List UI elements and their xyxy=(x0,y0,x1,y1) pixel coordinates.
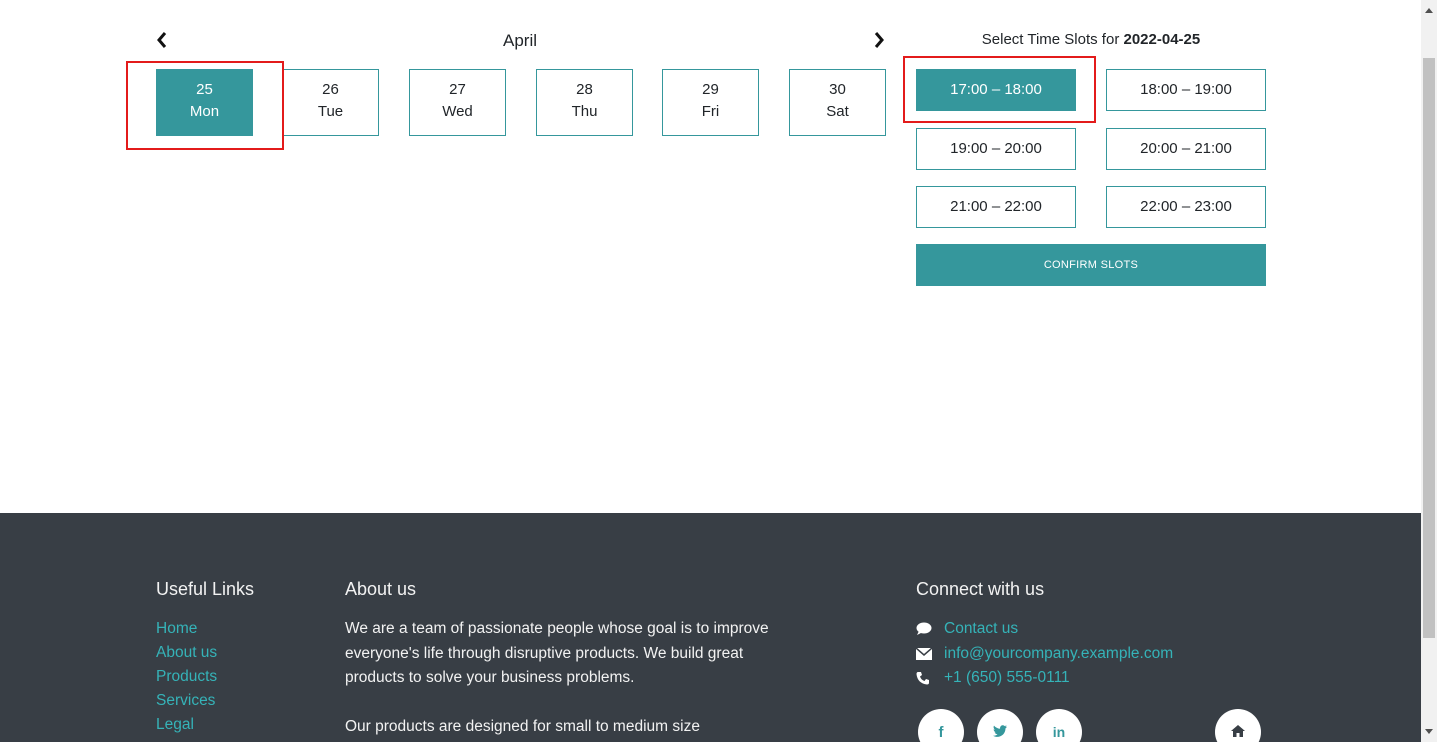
day-number: 29 xyxy=(702,81,719,98)
phone-label: +1 (650) 555-0111 xyxy=(944,669,1070,686)
about-paragraph-1: We are a team of passionate people whose… xyxy=(345,620,769,686)
selected-day-highlight xyxy=(126,61,284,150)
day-cell-29[interactable]: 29 Fri xyxy=(662,69,759,136)
about-paragraph-2: Our products are designed for small to m… xyxy=(345,717,700,735)
day-weekday: Thu xyxy=(571,103,598,120)
day-number: 28 xyxy=(576,81,593,98)
day-cell-30[interactable]: 30 Sat xyxy=(789,69,886,136)
linkedin-icon: in xyxy=(1052,724,1066,740)
email-label: info@yourcompany.example.com xyxy=(944,644,1174,662)
prev-month-button[interactable] xyxy=(155,30,169,50)
time-slot-button[interactable]: 18:00 – 19:00 xyxy=(1106,69,1266,111)
scroll-down-icon[interactable] xyxy=(1425,729,1433,734)
day-number: 26 xyxy=(322,81,339,98)
next-month-button[interactable] xyxy=(872,30,886,50)
footer: Useful Links Home About us Products Serv… xyxy=(0,513,1421,742)
day-weekday: Sat xyxy=(826,103,849,120)
phone-link[interactable]: +1 (650) 555-0111 xyxy=(916,666,1173,691)
footer-link-home[interactable]: Home xyxy=(156,617,217,641)
slots-title: Select Time Slots for 2022-04-25 xyxy=(916,31,1266,48)
day-weekday: Fri xyxy=(701,103,720,120)
twitter-button[interactable] xyxy=(977,709,1023,742)
slots-title-prefix: Select Time Slots for xyxy=(981,31,1120,48)
time-slot-button[interactable]: 21:00 – 22:00 xyxy=(916,186,1076,228)
day-weekday: Tue xyxy=(317,103,344,120)
home-button[interactable] xyxy=(1215,709,1261,742)
footer-link-products[interactable]: Products xyxy=(156,665,217,689)
comment-icon xyxy=(916,622,944,636)
facebook-button[interactable]: f xyxy=(918,709,964,742)
contact-list: Contact us info@yourcompany.example.com … xyxy=(916,617,1173,691)
scrollbar-thumb[interactable] xyxy=(1423,58,1435,638)
page-scrollbar[interactable] xyxy=(1421,0,1437,742)
footer-link-services[interactable]: Services xyxy=(156,689,217,713)
time-slot-button[interactable]: 19:00 – 20:00 xyxy=(916,128,1076,170)
contact-us-link[interactable]: Contact us xyxy=(916,617,1173,642)
day-weekday: Wed xyxy=(442,103,473,120)
time-slot-button[interactable]: 17:00 – 18:00 xyxy=(916,69,1076,111)
scroll-up-icon[interactable] xyxy=(1425,8,1433,13)
footer-link-about-us[interactable]: About us xyxy=(156,641,217,665)
email-link[interactable]: info@yourcompany.example.com xyxy=(916,642,1173,667)
confirm-slots-button[interactable]: CONFIRM SLOTS xyxy=(916,244,1266,286)
day-cell-26[interactable]: 26 Tue xyxy=(282,69,379,136)
time-slot-button[interactable]: 20:00 – 21:00 xyxy=(1106,128,1266,170)
time-slot-button[interactable]: 22:00 – 23:00 xyxy=(1106,186,1266,228)
twitter-icon xyxy=(993,724,1007,740)
month-title: April xyxy=(502,31,537,50)
contact-us-label: Contact us xyxy=(944,620,1019,637)
day-cell-28[interactable]: 28 Thu xyxy=(536,69,633,136)
chevron-left-icon xyxy=(157,32,167,48)
slots-title-date: 2022-04-25 xyxy=(1123,31,1201,48)
day-number: 27 xyxy=(449,81,466,98)
useful-links-list: Home About us Products Services Legal xyxy=(156,617,217,737)
linkedin-button[interactable]: in xyxy=(1036,709,1082,742)
home-icon xyxy=(1231,724,1245,740)
connect-heading: Connect with us xyxy=(916,579,1045,599)
footer-link-legal[interactable]: Legal xyxy=(156,713,217,737)
chevron-right-icon xyxy=(874,32,884,48)
about-heading: About us xyxy=(345,579,417,599)
envelope-icon xyxy=(916,647,944,660)
phone-icon xyxy=(916,671,944,685)
useful-links-heading: Useful Links xyxy=(156,579,255,599)
facebook-icon: f xyxy=(938,723,944,741)
day-number: 30 xyxy=(829,81,846,98)
day-cell-27[interactable]: 27 Wed xyxy=(409,69,506,136)
about-text: We are a team of passionate people whose… xyxy=(345,617,795,739)
